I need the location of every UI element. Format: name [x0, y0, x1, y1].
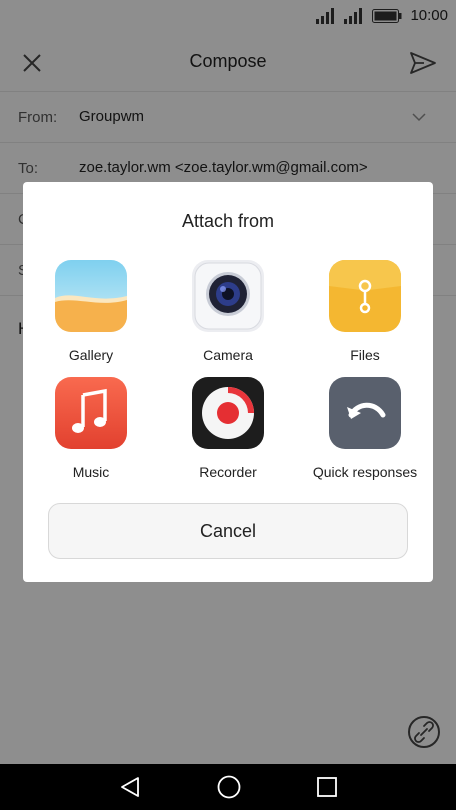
music-note-icon [55, 377, 127, 449]
undo-arrow-icon [329, 377, 401, 449]
home-icon[interactable] [216, 774, 242, 800]
attach-dialog: Attach from Gallery Camera Files Music R… [23, 182, 433, 582]
files-icon [329, 260, 401, 332]
option-label: Files [350, 347, 380, 363]
recents-icon[interactable] [316, 776, 338, 798]
option-recorder[interactable]: Recorder [160, 377, 296, 487]
option-files[interactable]: Files [297, 260, 433, 370]
option-camera[interactable]: Camera [160, 260, 296, 370]
system-nav-bar [0, 764, 456, 810]
cancel-button[interactable]: Cancel [48, 503, 408, 559]
option-label: Gallery [68, 347, 114, 363]
option-gallery[interactable]: Gallery [23, 260, 159, 370]
dialog-title: Attach from [181, 211, 275, 231]
recorder-icon [192, 377, 264, 449]
option-music[interactable]: Music [23, 377, 159, 487]
option-label: Music [72, 464, 110, 480]
option-label: Camera [203, 347, 253, 363]
camera-icon [192, 260, 264, 332]
gallery-icon [55, 260, 127, 332]
option-label: Recorder [199, 464, 257, 480]
option-label: Quick responses [312, 464, 418, 480]
option-quick-responses[interactable]: Quick responses [297, 377, 433, 487]
back-icon[interactable] [118, 775, 142, 799]
